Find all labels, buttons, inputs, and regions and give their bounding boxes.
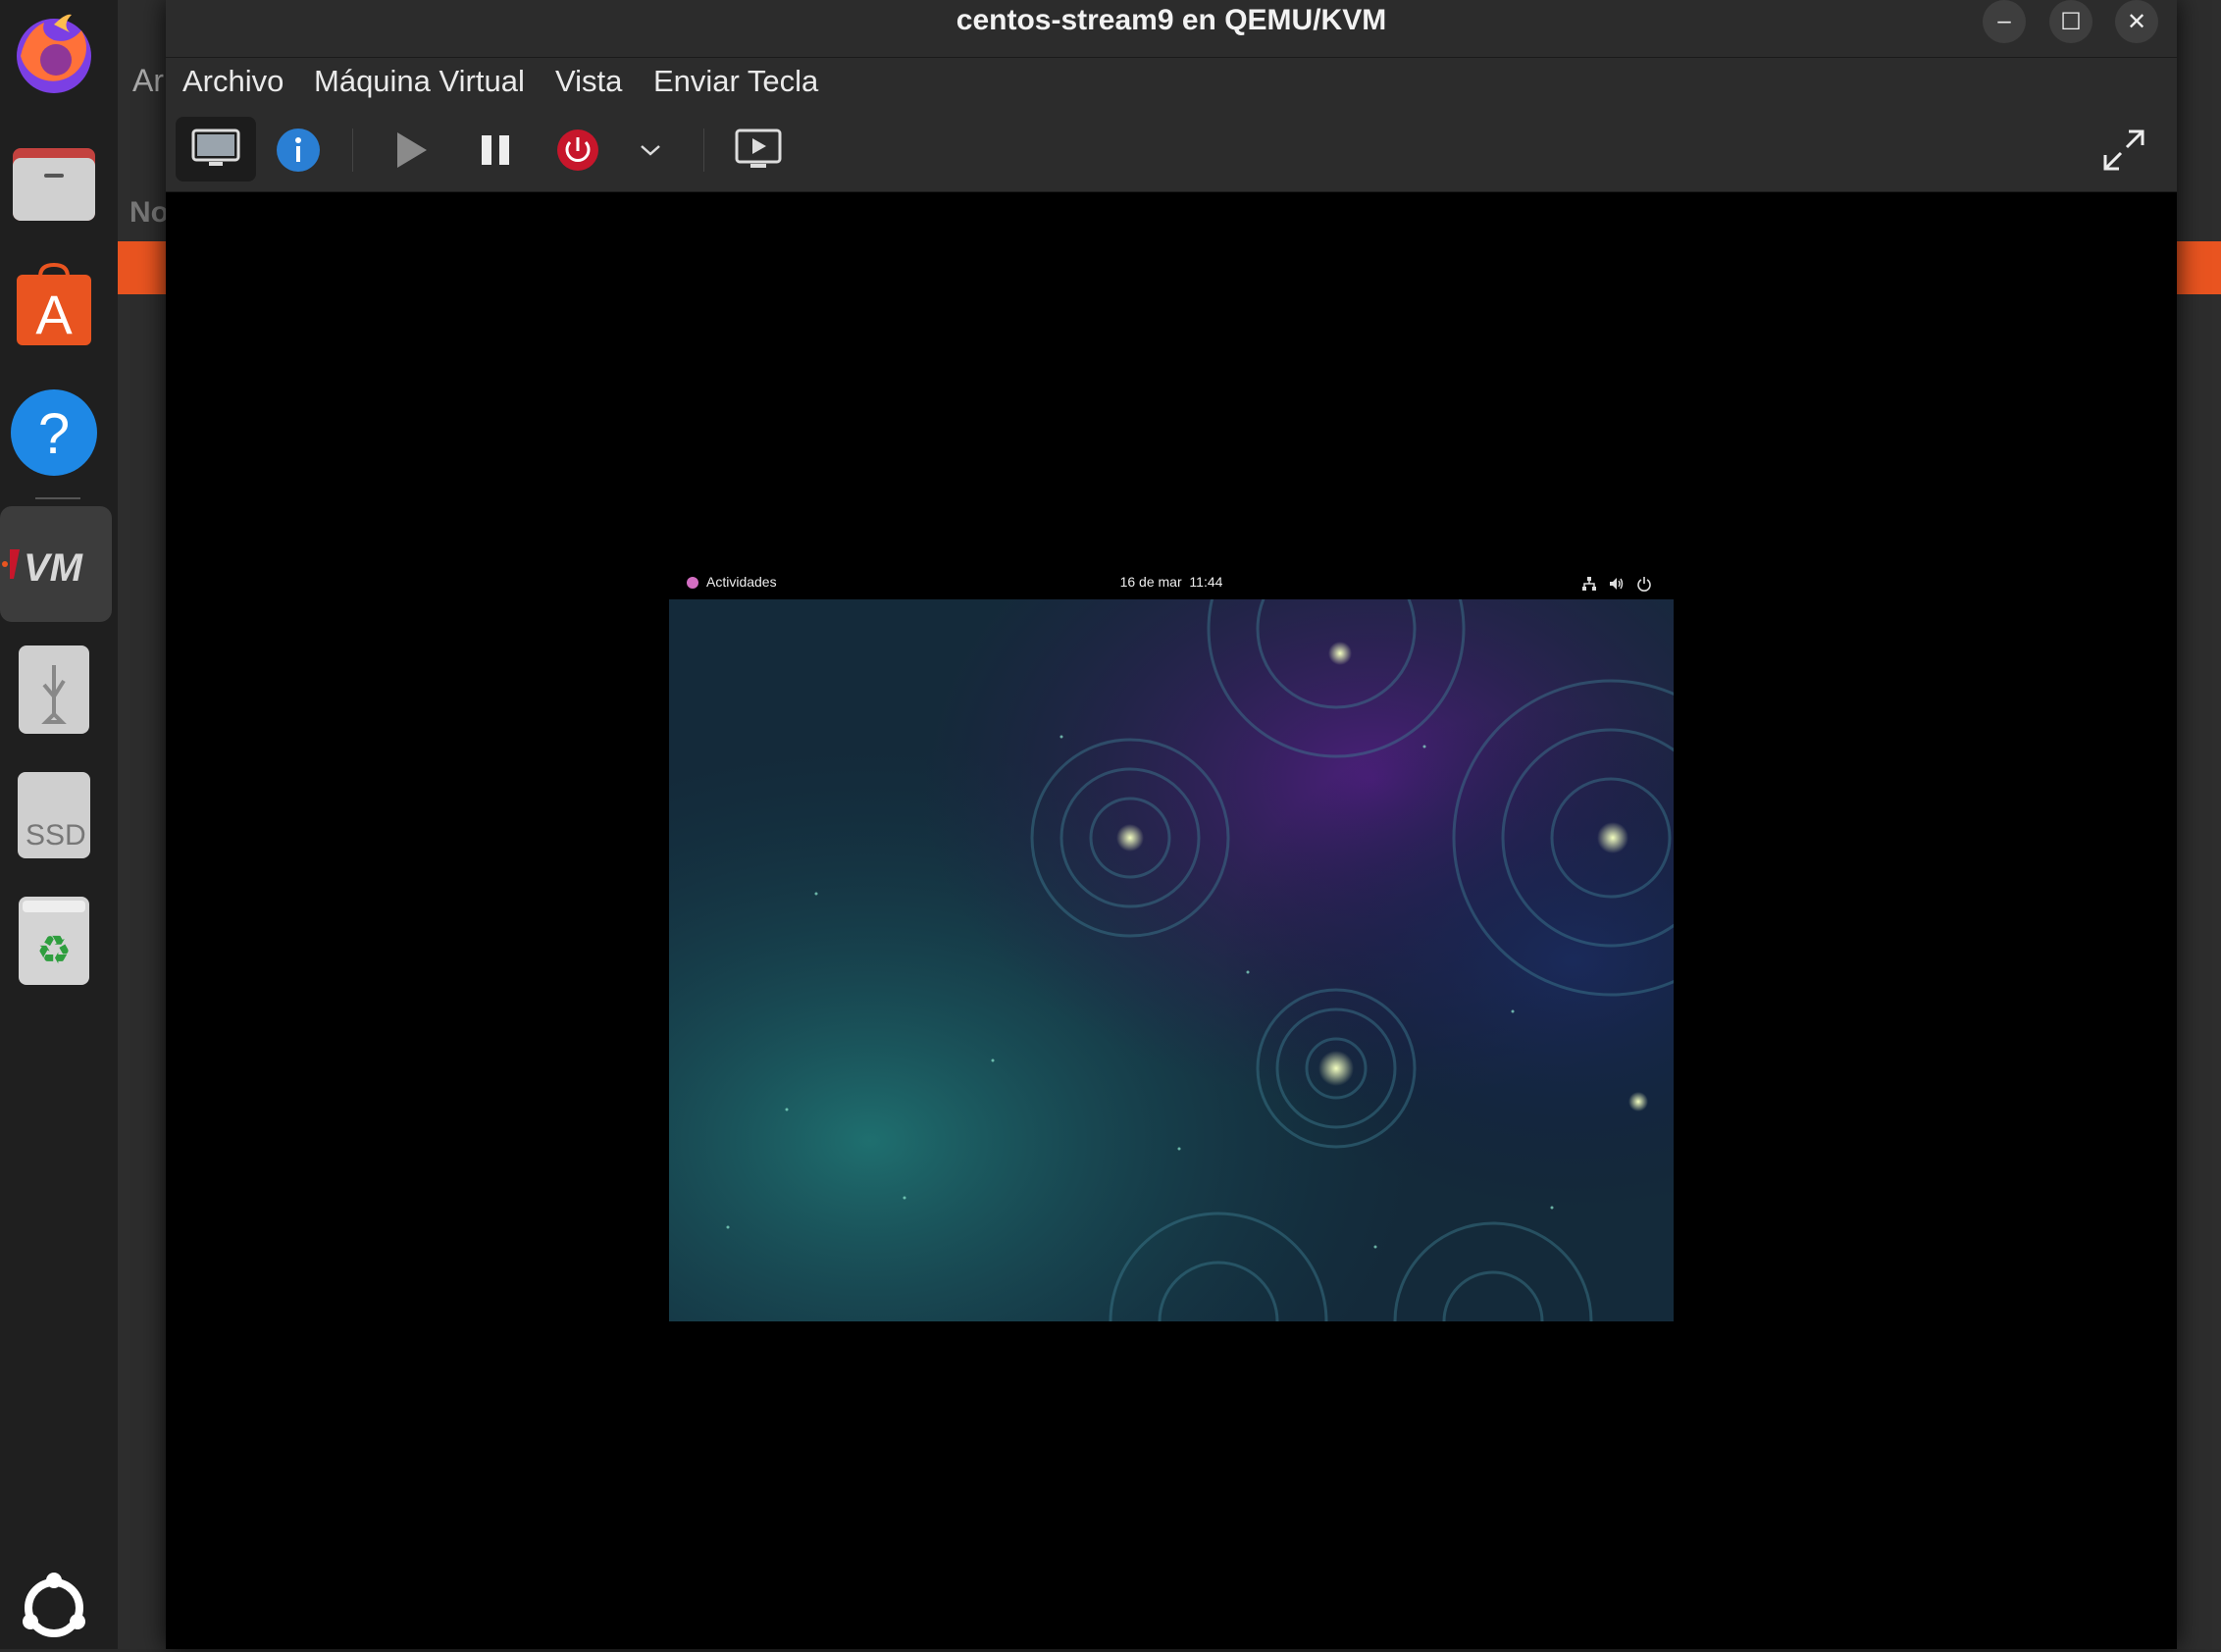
close-icon: ✕ — [2126, 8, 2147, 35]
background-menu-fragment: Ar — [132, 63, 164, 98]
maximize-icon: ☐ — [2060, 8, 2082, 35]
vm-console-window: centos-stream9 en QEMU/KVM – ☐ ✕ Archivo… — [166, 0, 2177, 1649]
menu-archivo[interactable]: Archivo — [182, 64, 284, 99]
maximize-button[interactable]: ☐ — [2049, 0, 2092, 43]
ssd-drive-icon[interactable]: SSD — [10, 771, 98, 859]
toolbar-separator — [703, 129, 704, 172]
screenshot-icon — [735, 129, 782, 168]
help-icon[interactable]: ? — [10, 388, 98, 477]
desktop-wallpaper — [669, 599, 1674, 1321]
svg-text:♻: ♻ — [36, 928, 72, 973]
menu-vista[interactable]: Vista — [555, 64, 622, 99]
trash-icon[interactable]: ♻ — [10, 897, 98, 985]
pause-button[interactable] — [474, 129, 517, 172]
app-center-icon[interactable]: A — [10, 261, 98, 349]
shutdown-menu-button[interactable] — [633, 132, 668, 168]
toolbar — [166, 109, 2177, 192]
guest-display[interactable]: Actividades 16 de mar 11:44 — [669, 566, 1674, 1321]
files-icon[interactable] — [10, 137, 98, 226]
menu-bar: Archivo Máquina Virtual Vista Enviar Tec… — [166, 58, 2177, 109]
firefox-icon[interactable] — [10, 10, 98, 98]
ssd-label: SSD — [26, 819, 86, 852]
minimize-icon: – — [1997, 8, 2011, 34]
window-title: centos-stream9 en QEMU/KVM — [956, 4, 1387, 36]
volume-icon[interactable] — [1609, 576, 1625, 592]
dock: A ? VM SSD ♻ — [0, 0, 118, 1649]
clock[interactable]: 16 de mar 11:44 — [669, 574, 1674, 590]
background-column-fragment: No — [129, 196, 169, 229]
shutdown-button[interactable] — [554, 127, 601, 174]
title-bar[interactable]: centos-stream9 en QEMU/KVM – ☐ ✕ — [166, 0, 2177, 58]
close-button[interactable]: ✕ — [2115, 0, 2158, 43]
fullscreen-icon — [2103, 129, 2144, 171]
play-icon — [397, 132, 427, 168]
network-icon[interactable] — [1581, 576, 1597, 592]
menu-maquina-virtual[interactable]: Máquina Virtual — [314, 64, 525, 99]
pause-icon — [482, 135, 509, 165]
virt-manager-icon[interactable]: VM — [10, 520, 98, 608]
gnome-top-bar: Actividades 16 de mar 11:44 — [669, 566, 1674, 599]
ubuntu-logo-icon[interactable] — [10, 1564, 98, 1652]
snapshot-button[interactable] — [733, 125, 784, 176]
usb-drive-icon[interactable] — [10, 645, 98, 734]
monitor-icon — [191, 129, 240, 166]
power-icon — [557, 129, 598, 171]
svg-text:?: ? — [38, 402, 70, 466]
dock-separator — [35, 497, 80, 499]
minimize-button[interactable]: – — [1983, 0, 2026, 43]
fullscreen-button[interactable] — [2098, 125, 2149, 176]
running-indicator — [2, 561, 8, 567]
svg-text:A: A — [35, 284, 73, 345]
console-view-button[interactable] — [176, 117, 256, 181]
menu-enviar-tecla[interactable]: Enviar Tecla — [653, 64, 818, 99]
info-icon — [277, 129, 320, 172]
toolbar-separator — [352, 129, 353, 172]
run-button[interactable] — [389, 129, 433, 172]
chevron-down-icon — [641, 145, 660, 156]
svg-text:VM: VM — [24, 546, 84, 590]
guest-power-icon[interactable] — [1636, 576, 1652, 592]
details-button[interactable] — [274, 126, 323, 175]
